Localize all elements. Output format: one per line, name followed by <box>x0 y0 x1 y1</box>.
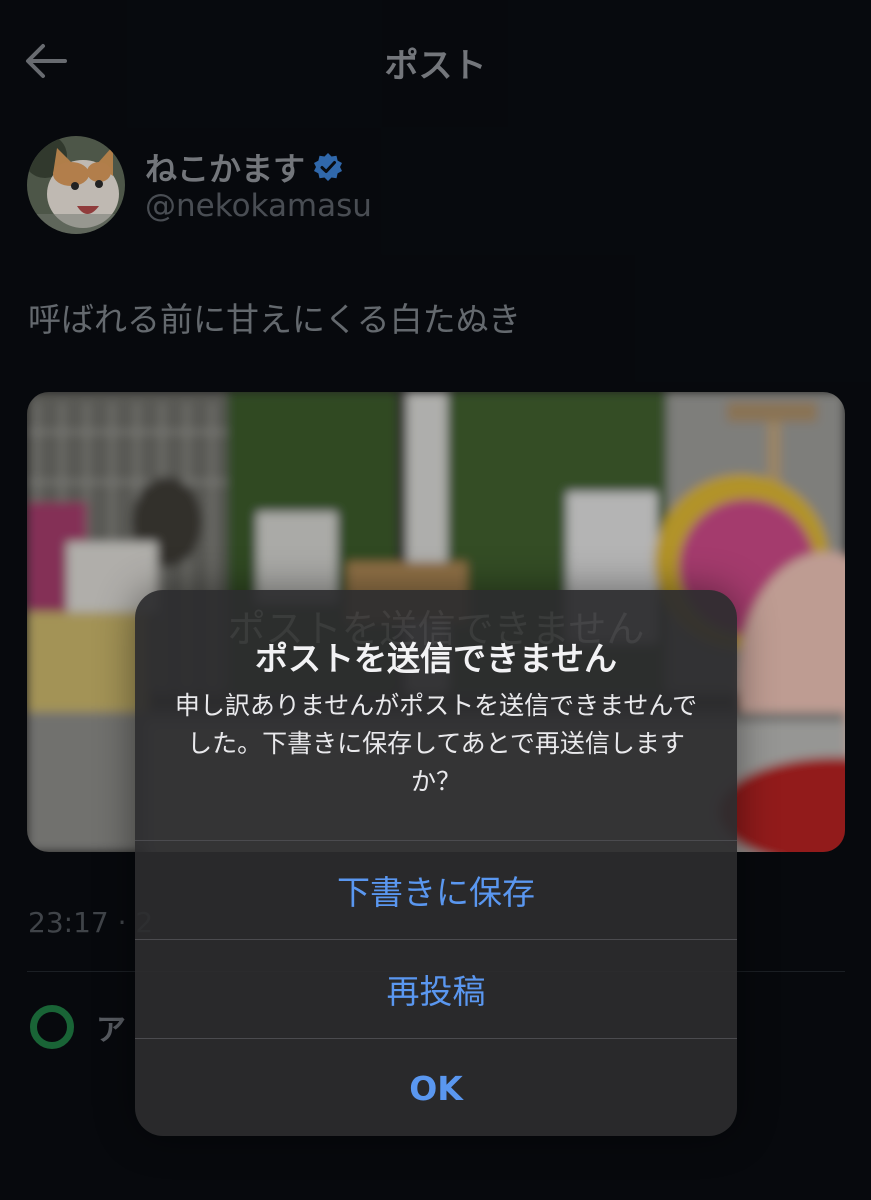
post-failed-alert: ポストを送信できません ポストを送信できません 申し訳ありませんがポストを送信で… <box>135 590 737 1136</box>
retry-post-button[interactable]: 再投稿 <box>135 940 737 1038</box>
alert-title: ポストを送信できません <box>254 639 617 678</box>
ok-label: OK <box>409 1068 463 1108</box>
retry-post-label: 再投稿 <box>386 972 486 1011</box>
save-draft-label: 下書きに保存 <box>337 873 535 912</box>
alert-message: 申し訳ありませんがポストを送信できませんでした。下書きに保存してあとで再送信しま… <box>174 691 698 796</box>
ok-button[interactable]: OK <box>135 1039 737 1136</box>
post-detail-screen: ポスト ねこかます @nekokamasu 呼ばれる前に甘えにくる白たぬき 23… <box>0 0 871 1200</box>
save-draft-button[interactable]: 下書きに保存 <box>135 841 737 939</box>
